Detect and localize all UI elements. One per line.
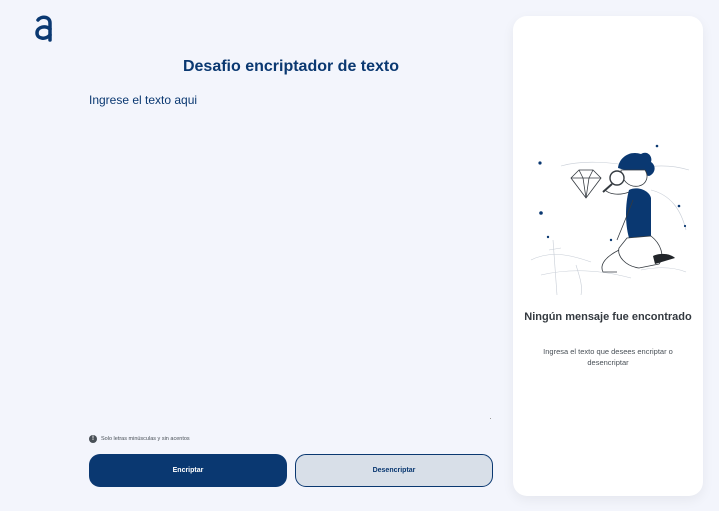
person-magnifying-glass-illustration [530, 144, 690, 296]
empty-result-subtitle: Ingresa el texto que desees encriptar o … [543, 347, 673, 367]
hint-text: Solo letras minúsculas y sin acentos [101, 436, 190, 442]
encrypt-button[interactable]: Encriptar [89, 454, 287, 487]
empty-result-title: Ningún mensaje fue encontrado [524, 311, 692, 323]
input-hint: ! Solo letras minúsculas y sin acentos [89, 435, 190, 443]
info-icon: ! [89, 435, 97, 443]
decrypt-button[interactable]: Desencriptar [295, 454, 493, 487]
alura-logo-icon[interactable] [33, 14, 55, 42]
divider-dot [490, 418, 491, 419]
message-input[interactable] [89, 93, 493, 423]
page-title: Desafio encriptador de texto [182, 58, 400, 75]
result-panel: Ningún mensaje fue encontrado Ingresa el… [513, 16, 703, 496]
app-page: Desafio encriptador de texto ! Solo letr… [0, 0, 719, 511]
